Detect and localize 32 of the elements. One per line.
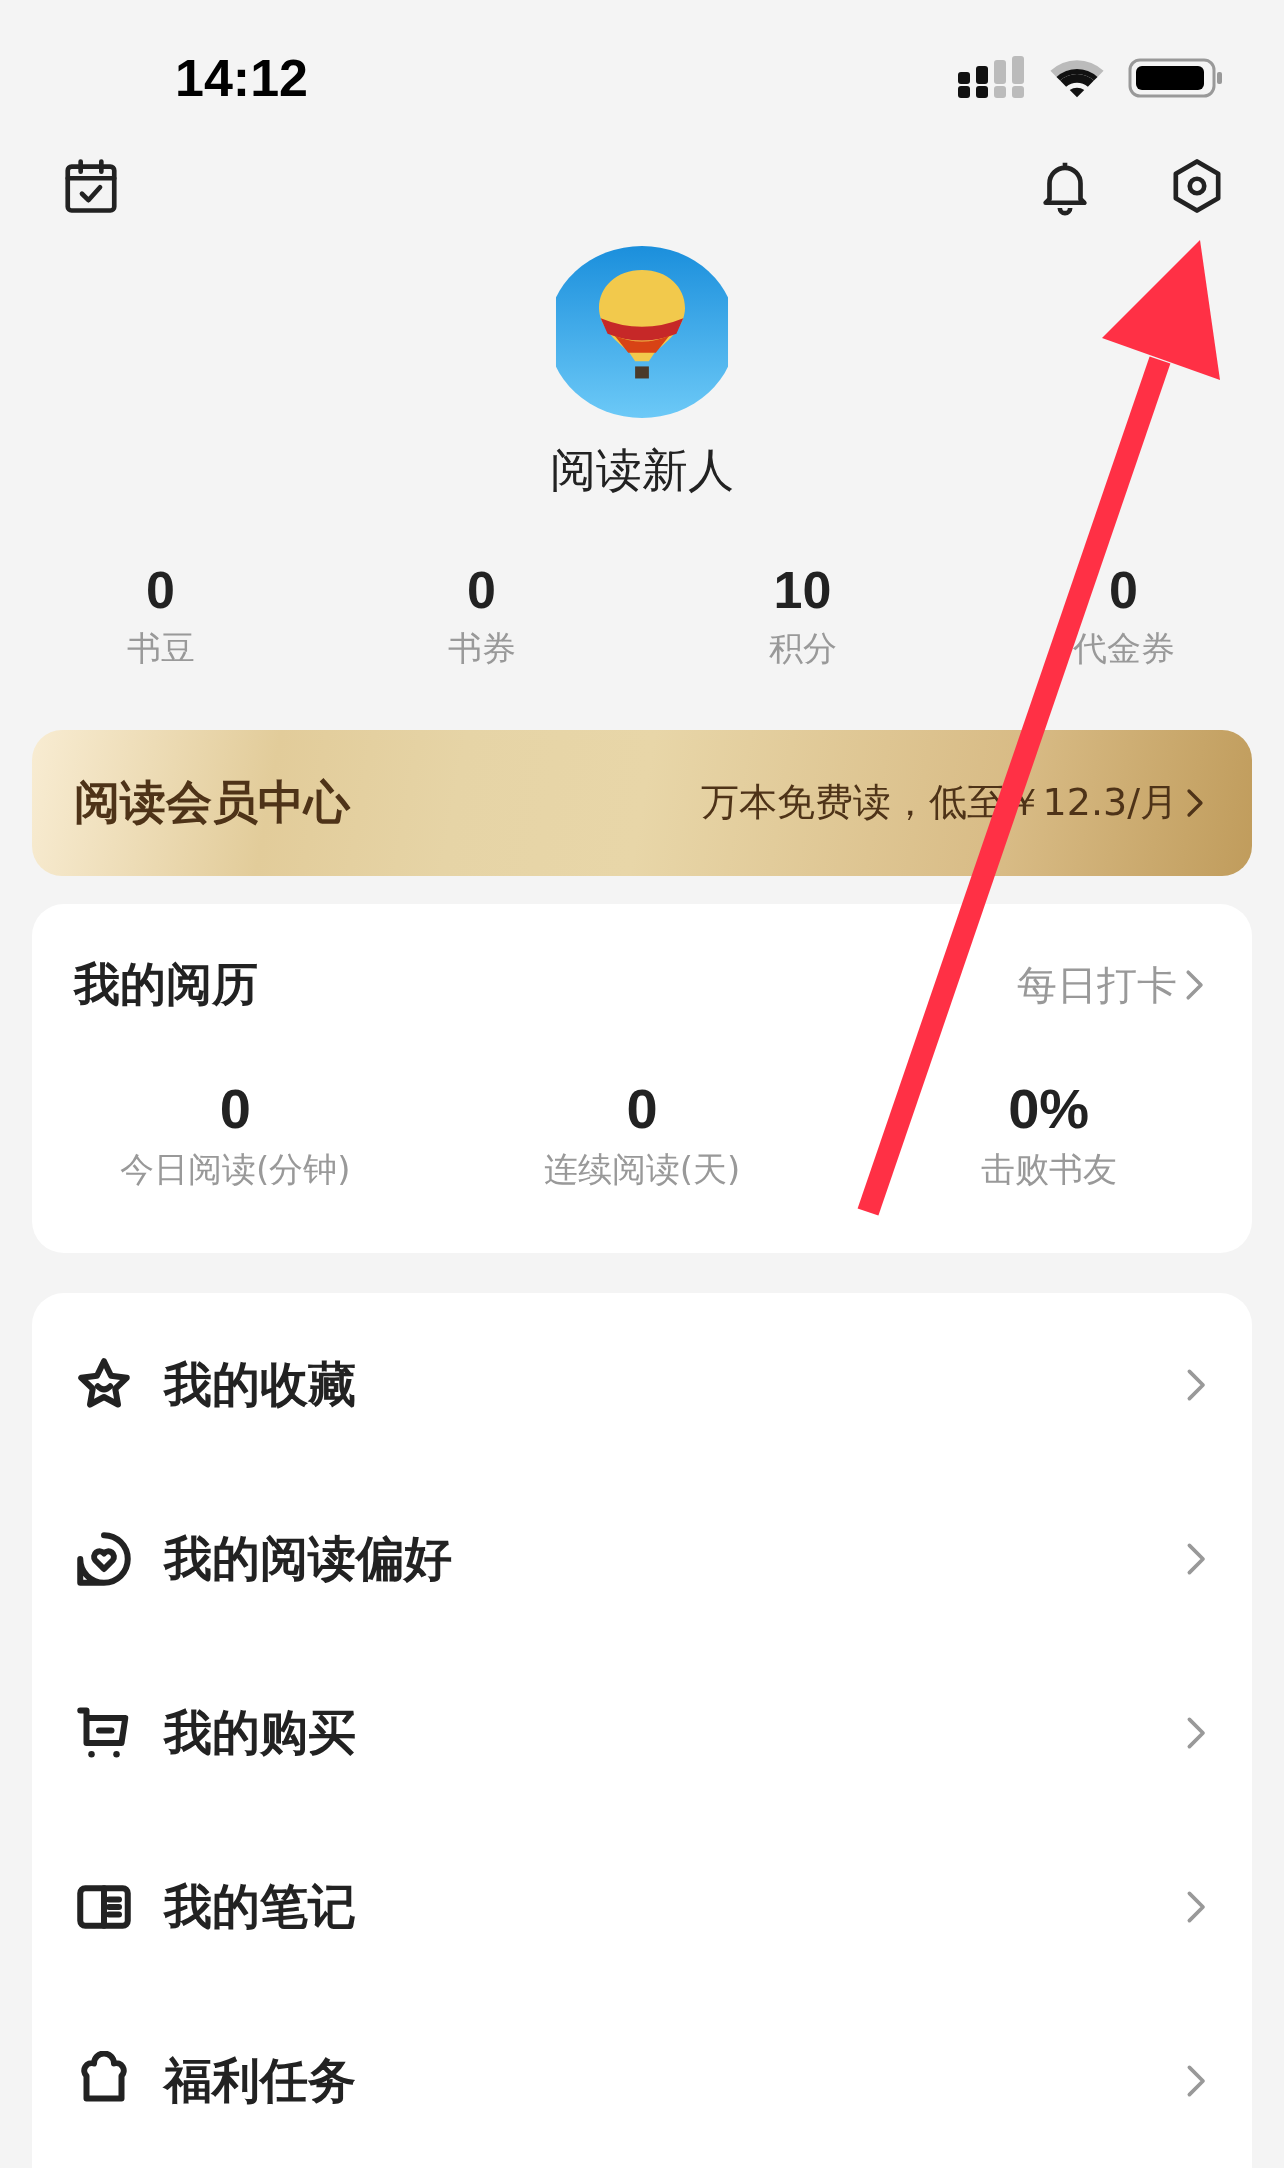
menu-item[interactable]: 我的阅读偏好 xyxy=(32,1472,1252,1646)
chevron-icon xyxy=(1185,1716,1206,1750)
chevron-icon xyxy=(1184,969,1204,1001)
chevron-icon xyxy=(1185,1890,1206,1924)
stat-value: 10 xyxy=(773,559,832,620)
menu-item[interactable]: 我的购买 xyxy=(32,1646,1252,1820)
stat-value: 0 xyxy=(1109,559,1138,620)
stat-label: 积分 xyxy=(768,626,837,670)
signal-icon xyxy=(958,55,1026,100)
stat-value: 0 xyxy=(626,1076,658,1141)
menu-item[interactable]: 我的收藏 xyxy=(32,1298,1252,1472)
chevron-icon xyxy=(1185,2064,1206,2098)
stat-label: 今日阅读(分钟) xyxy=(120,1148,351,1191)
stat-value: 0 xyxy=(467,559,496,620)
stat-label: 连续阅读(天) xyxy=(543,1148,741,1191)
chevron-icon xyxy=(1185,1368,1206,1402)
stat-label: 击败书友 xyxy=(980,1148,1117,1191)
menu-item[interactable]: 福利任务 xyxy=(32,1994,1252,2168)
stat-value: 0 xyxy=(219,1076,251,1141)
user-name: 阅读新人 xyxy=(550,441,734,499)
stat-value: 0 xyxy=(146,559,175,620)
vip-title: 阅读会员中心 xyxy=(74,773,350,831)
menu-item[interactable]: 我的笔记 xyxy=(32,1820,1252,1994)
stat-value: 0% xyxy=(1008,1076,1090,1141)
stat-label: 书券 xyxy=(447,626,516,670)
stat-label: 书豆 xyxy=(126,626,195,670)
card-title: 我的阅历 xyxy=(74,956,258,1013)
status-time: 14:12 xyxy=(175,47,308,108)
stat-label: 代金券 xyxy=(1072,626,1175,670)
heart-icon xyxy=(74,1529,134,1589)
chevron-icon xyxy=(1185,1542,1206,1576)
chevron-icon xyxy=(1186,787,1204,818)
